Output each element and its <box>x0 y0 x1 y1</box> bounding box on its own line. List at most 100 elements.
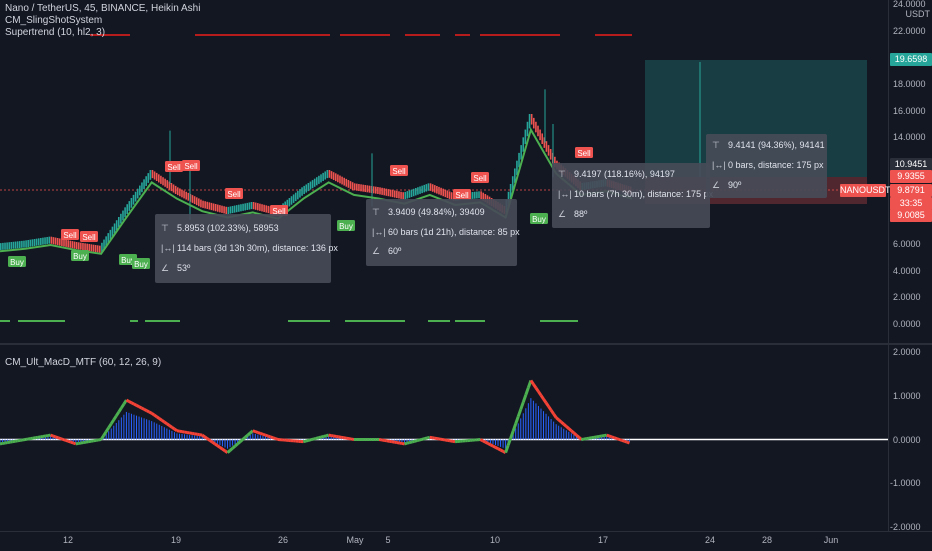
candle <box>291 196 293 204</box>
candle <box>541 133 543 144</box>
macd-line-segment <box>415 441 418 442</box>
time-tick-label: 5 <box>385 535 390 545</box>
macd-line-segment <box>51 435 54 436</box>
price-range-icon: ⊤ <box>558 169 574 180</box>
macd-line-segment <box>308 440 311 441</box>
macd-indicator-label[interactable]: CM_Ult_MacD_MTF (60, 12, 26, 9) <box>5 357 161 368</box>
candle <box>19 241 21 248</box>
macd-line-segment <box>614 438 617 439</box>
candle <box>91 244 93 251</box>
macd-line-segment <box>273 438 276 439</box>
macd-line-segment <box>142 408 145 409</box>
macd-line-segment <box>255 432 258 433</box>
sell-signal: Sell <box>471 172 489 183</box>
candle <box>310 182 312 190</box>
time-tick-label: 28 <box>762 535 772 545</box>
measure-price: 9.4197 (118.16%), 94197 <box>574 169 675 179</box>
candle <box>120 214 122 224</box>
candle <box>143 179 145 189</box>
candle <box>221 206 223 213</box>
candle <box>409 190 411 197</box>
price-tick-label: 6.0000 <box>893 239 921 249</box>
macd-line-segment <box>569 429 572 431</box>
candle <box>320 174 322 182</box>
buy-signal: Buy <box>530 213 548 224</box>
candle <box>135 192 137 202</box>
macd-line-segment <box>533 384 536 388</box>
macd-line-segment <box>417 440 420 441</box>
measure-bars: 60 bars (1d 21h), distance: 85 px <box>388 227 520 237</box>
angle-icon: ∠ <box>558 209 574 220</box>
candle <box>29 240 31 247</box>
macd-line-segment <box>480 440 483 441</box>
candle <box>63 239 65 246</box>
macd-line-segment <box>56 437 59 438</box>
macd-chart[interactable] <box>0 345 888 531</box>
macd-line-segment <box>238 442 241 444</box>
measure-angle: 60º <box>388 246 401 256</box>
candle <box>114 223 116 233</box>
candle <box>411 190 413 197</box>
candle <box>126 204 128 214</box>
candle <box>166 180 168 188</box>
time-tick-label: Jun <box>824 535 839 545</box>
candle <box>335 173 337 181</box>
candle <box>202 201 204 208</box>
sell-signal: Sell <box>225 188 243 199</box>
sell-signal: Sell <box>80 231 98 242</box>
candle <box>525 130 527 144</box>
candle <box>522 137 524 151</box>
macd-tick-label: 0.0000 <box>893 435 921 445</box>
candle <box>345 179 347 187</box>
macd-line-segment <box>152 413 155 415</box>
macd-line-segment <box>215 444 218 446</box>
candle <box>160 176 162 184</box>
macd-line-segment <box>124 400 127 404</box>
candle <box>251 202 253 209</box>
candle <box>11 242 13 249</box>
candle <box>265 205 267 212</box>
time-axis[interactable] <box>0 531 932 551</box>
candle <box>204 201 206 208</box>
signal-label: Buy <box>532 215 546 224</box>
candle <box>520 145 522 159</box>
candle <box>177 187 179 195</box>
measure-bars: 0 bars, distance: 175 px <box>728 160 824 170</box>
macd-line-segment <box>612 437 615 438</box>
candle <box>154 171 156 179</box>
indicator-supertrend-label[interactable]: Supertrend (10, hl2, 3) <box>5 27 200 39</box>
candle <box>238 205 240 212</box>
candle <box>289 198 291 206</box>
macd-panel[interactable] <box>0 345 888 531</box>
candle <box>303 186 305 194</box>
macd-line-segment <box>154 415 157 417</box>
candle <box>394 190 396 197</box>
symbol-title[interactable]: Nano / TetherUS, 45, BINANCE, Heikin Ash… <box>5 3 200 15</box>
macd-line-segment <box>116 412 119 416</box>
signal-label: Sell <box>184 162 198 171</box>
candle <box>156 173 158 181</box>
macd-line-segment <box>144 409 147 410</box>
candle <box>358 184 360 191</box>
indicator-slingshot-label[interactable]: CM_SlingShotSystem <box>5 15 200 27</box>
candle <box>390 190 392 197</box>
candle <box>48 237 50 244</box>
time-tick-label: May <box>346 535 363 545</box>
macd-line-segment <box>407 443 410 444</box>
macd-line-segment <box>159 419 162 421</box>
candle <box>171 183 173 191</box>
candle <box>533 118 535 129</box>
candle <box>59 238 61 245</box>
candle <box>198 198 200 206</box>
candle <box>124 207 126 217</box>
macd-line-segment <box>220 447 223 449</box>
measure-bars: 114 bars (3d 13h 30m), distance: 136 px <box>177 243 338 253</box>
candle <box>343 178 345 186</box>
candle <box>2 243 4 250</box>
signal-label: Sell <box>227 190 241 199</box>
macd-line-segment <box>609 436 612 437</box>
candle <box>242 204 244 211</box>
bar-range-icon: |↔| <box>558 189 574 199</box>
macd-line-segment <box>319 437 322 438</box>
candle <box>72 241 74 248</box>
